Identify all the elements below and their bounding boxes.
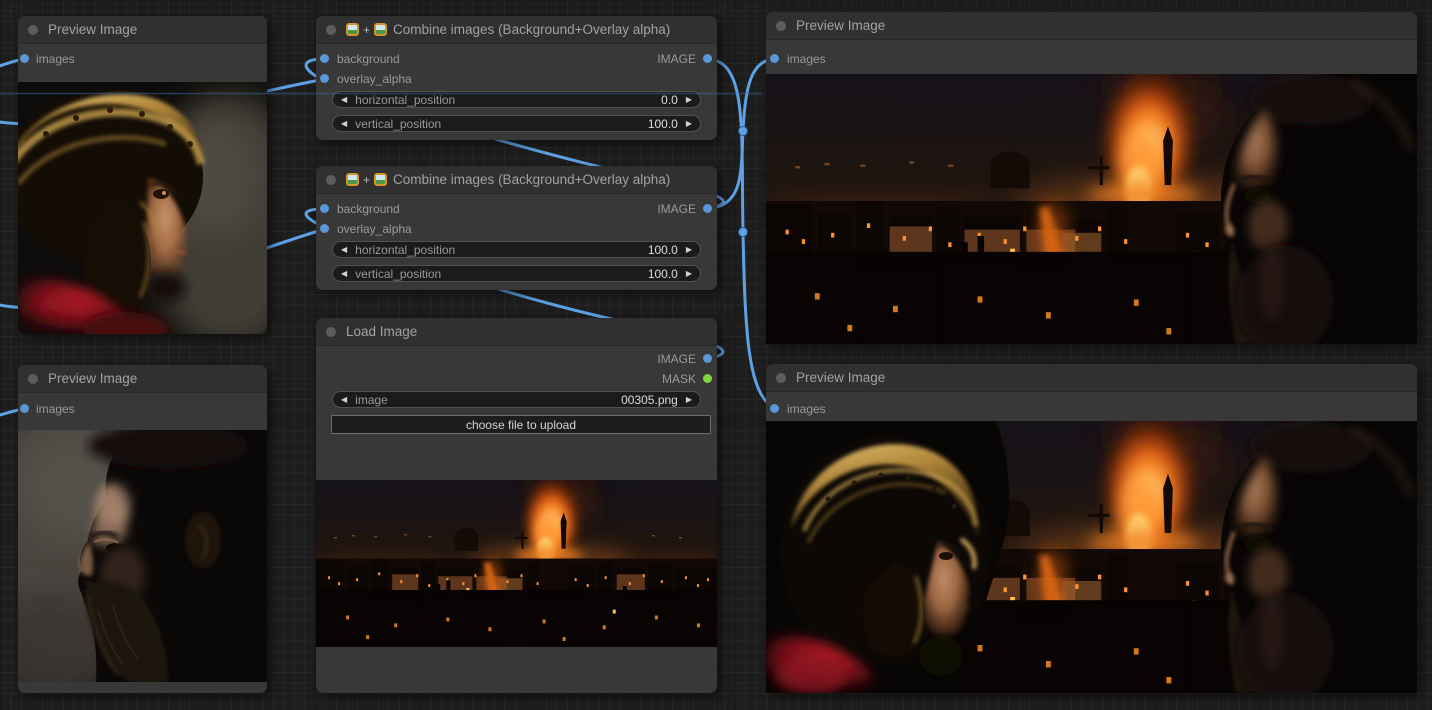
plus-separator: + <box>363 23 370 37</box>
node-titlebar[interactable]: Preview Image <box>18 16 267 44</box>
input-slot-images[interactable]: images <box>766 401 1417 417</box>
widget-label: image <box>355 393 388 407</box>
node-graph-canvas[interactable]: { "canvas": { "background": "#1d1d1d", "… <box>0 0 1432 710</box>
node-titlebar[interactable]: + Combine images (Background+Overlay alp… <box>316 16 717 44</box>
node-preview-image-top-right[interactable]: Preview Image images <box>766 12 1417 344</box>
choose-file-button[interactable]: choose file to upload <box>331 415 711 434</box>
picture-icon <box>346 173 359 186</box>
node-title: Preview Image <box>48 371 137 386</box>
node-preview-image-top-left[interactable]: Preview Image images <box>18 16 267 334</box>
link-midpoint-dot <box>739 228 748 237</box>
widget-label: vertical_position <box>355 117 441 131</box>
input-slot-images[interactable]: images <box>18 51 267 67</box>
slot-label: images <box>787 401 826 417</box>
widget-value[interactable]: 100.0 <box>648 243 678 257</box>
node-title: Load Image <box>346 324 417 339</box>
decrement-arrow-icon[interactable]: ◀ <box>333 265 355 282</box>
node-load-image[interactable]: Load Image IMAGE MASK ◀ image 00305.png … <box>316 318 717 693</box>
decrement-arrow-icon[interactable]: ◀ <box>333 241 355 258</box>
output-dot-mask[interactable] <box>703 374 712 383</box>
previous-arrow-icon[interactable]: ◀ <box>333 391 355 408</box>
picture-icon <box>346 23 359 36</box>
node-title: Combine images (Background+Overlay alpha… <box>393 172 670 187</box>
picture-icon <box>374 173 387 186</box>
collapse-dot-icon[interactable] <box>28 374 38 384</box>
slot-label: images <box>36 51 75 67</box>
slot-label: IMAGE <box>657 351 696 367</box>
input-dot[interactable] <box>20 54 29 63</box>
link-midpoint-dot <box>739 127 748 136</box>
input-dot[interactable] <box>770 404 779 413</box>
widget-value[interactable]: 100.0 <box>648 117 678 131</box>
widget-value[interactable]: 00305.png <box>621 393 678 407</box>
widget-vertical-position[interactable]: ◀ vertical_position 100.0 ▶ <box>332 265 701 282</box>
node-titlebar[interactable]: Preview Image <box>18 365 267 393</box>
node-combine-images-middle[interactable]: + Combine images (Background+Overlay alp… <box>316 166 717 290</box>
slot-label: overlay_alpha <box>337 221 412 237</box>
input-slot-images[interactable]: images <box>766 51 1417 67</box>
collapse-dot-icon[interactable] <box>28 25 38 35</box>
collapse-dot-icon[interactable] <box>326 25 336 35</box>
output-slot-mask[interactable]: MASK <box>316 371 717 387</box>
collapse-dot-icon[interactable] <box>326 175 336 185</box>
node-titlebar[interactable]: + Combine images (Background+Overlay alp… <box>316 166 717 194</box>
increment-arrow-icon[interactable]: ▶ <box>678 91 700 108</box>
decrement-arrow-icon[interactable]: ◀ <box>333 115 355 132</box>
slot-label: overlay_alpha <box>337 71 412 87</box>
node-titlebar[interactable]: Preview Image <box>766 364 1417 392</box>
output-dot[interactable] <box>703 354 712 363</box>
plus-separator: + <box>363 173 370 187</box>
widget-label: horizontal_position <box>355 93 455 107</box>
output-slot-image[interactable]: IMAGE <box>316 351 717 367</box>
slot-label: images <box>36 401 75 417</box>
input-slot-images[interactable]: images <box>18 401 267 417</box>
widget-horizontal-position[interactable]: ◀ horizontal_position 0.0 ▶ <box>332 91 701 108</box>
output-dot[interactable] <box>703 54 712 63</box>
widget-value[interactable]: 0.0 <box>661 93 678 107</box>
output-slot-image[interactable]: IMAGE <box>316 201 717 217</box>
input-dot[interactable] <box>320 74 329 83</box>
input-dot[interactable] <box>770 54 779 63</box>
node-title: Preview Image <box>796 18 885 33</box>
preview-image-bearded-man <box>18 430 267 682</box>
widget-vertical-position[interactable]: ◀ vertical_position 100.0 ▶ <box>332 115 701 132</box>
input-slot-overlay-alpha[interactable]: overlay_alpha <box>316 71 717 87</box>
increment-arrow-icon[interactable]: ▶ <box>678 115 700 132</box>
slot-label: MASK <box>662 371 696 387</box>
decrement-arrow-icon[interactable]: ◀ <box>333 91 355 108</box>
slot-label: images <box>787 51 826 67</box>
collapse-dot-icon[interactable] <box>776 373 786 383</box>
loaded-image-burning-city <box>316 480 717 647</box>
widget-horizontal-position[interactable]: ◀ horizontal_position 100.0 ▶ <box>332 241 701 258</box>
picture-icon <box>374 23 387 36</box>
widget-label: vertical_position <box>355 267 441 281</box>
increment-arrow-icon[interactable]: ▶ <box>678 241 700 258</box>
widget-value[interactable]: 100.0 <box>648 267 678 281</box>
node-preview-image-bottom-right[interactable]: Preview Image images <box>766 364 1417 693</box>
node-title: Preview Image <box>796 370 885 385</box>
node-titlebar[interactable]: Load Image <box>316 318 717 346</box>
widget-image-file[interactable]: ◀ image 00305.png ▶ <box>332 391 701 408</box>
preview-image-soldier-city-man <box>766 421 1417 693</box>
widget-label: horizontal_position <box>355 243 455 257</box>
node-combine-images-top[interactable]: + Combine images (Background+Overlay alp… <box>316 16 717 140</box>
input-slot-overlay-alpha[interactable]: overlay_alpha <box>316 221 717 237</box>
slot-label: IMAGE <box>657 51 696 67</box>
input-dot[interactable] <box>320 224 329 233</box>
input-dot[interactable] <box>20 404 29 413</box>
node-titlebar[interactable]: Preview Image <box>766 12 1417 40</box>
preview-image-roman-soldier <box>18 82 267 334</box>
link-combine-top-to-preview-bottom-right <box>707 59 775 408</box>
node-title: Preview Image <box>48 22 137 37</box>
collapse-dot-icon[interactable] <box>326 327 336 337</box>
collapse-dot-icon[interactable] <box>776 21 786 31</box>
output-slot-image[interactable]: IMAGE <box>316 51 717 67</box>
output-dot[interactable] <box>703 204 712 213</box>
node-title: Combine images (Background+Overlay alpha… <box>393 22 670 37</box>
increment-arrow-icon[interactable]: ▶ <box>678 265 700 282</box>
node-preview-image-bottom-left[interactable]: Preview Image images <box>18 365 267 693</box>
slot-label: IMAGE <box>657 201 696 217</box>
next-arrow-icon[interactable]: ▶ <box>678 391 700 408</box>
preview-image-city-and-man <box>766 74 1417 344</box>
